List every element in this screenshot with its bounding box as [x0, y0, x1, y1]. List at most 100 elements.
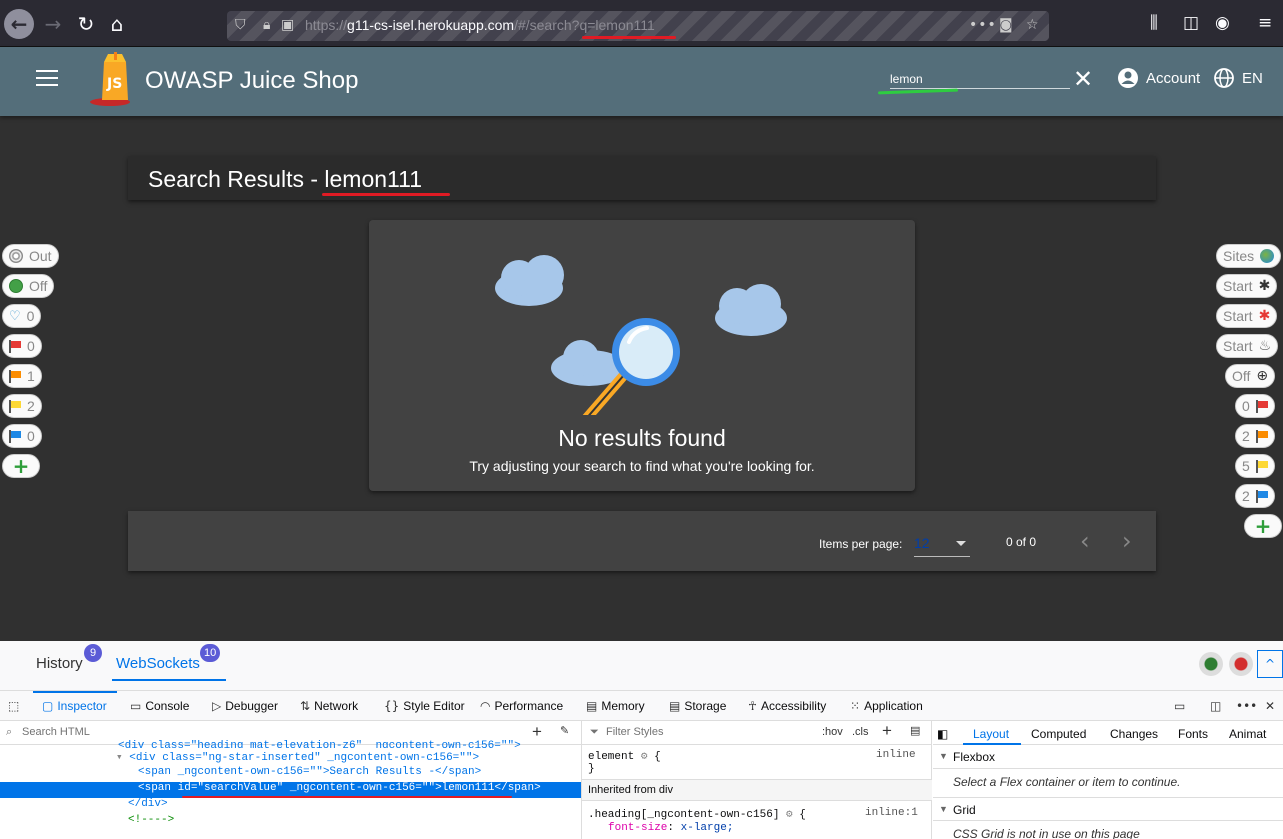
- more-options-icon[interactable]: •••: [1236, 699, 1261, 713]
- heading-rule[interactable]: .heading[_ngcontent-own-c156] ⚙ {: [588, 807, 806, 821]
- pill-label: 2: [1242, 428, 1250, 444]
- element-rule-close: }: [588, 763, 595, 775]
- items-per-page-select[interactable]: 12: [914, 531, 970, 557]
- pill-orange-flag-right[interactable]: 2: [1235, 424, 1275, 448]
- tab-layout[interactable]: Layout: [973, 727, 1009, 741]
- previous-page-icon[interactable]: ‹: [1080, 527, 1090, 555]
- pill-red-flag-right[interactable]: 0: [1235, 394, 1275, 418]
- filter-styles-input[interactable]: ⏷ Filter Styles :hov .cls + ▤: [582, 721, 932, 745]
- pill-start-1[interactable]: Start ✱: [1216, 274, 1278, 298]
- next-page-icon[interactable]: ›: [1122, 527, 1132, 555]
- tab-history[interactable]: History: [36, 655, 83, 672]
- library-icon[interactable]: ⫼: [1150, 13, 1158, 33]
- tab-inspector[interactable]: ▢ Inspector: [42, 699, 107, 713]
- pill-add-left[interactable]: +: [2, 454, 40, 478]
- tab-memory[interactable]: ▤ Memory: [586, 699, 645, 713]
- dock-icon[interactable]: ◫: [1210, 699, 1225, 713]
- add-node-icon[interactable]: +: [532, 722, 542, 742]
- tab-network[interactable]: ⇅ Network: [300, 699, 358, 713]
- markup-line-div[interactable]: ▾ <div class="ng-star-inserted" _ngconte…: [0, 750, 581, 766]
- hamburger-menu-icon[interactable]: [36, 70, 58, 88]
- tab-console[interactable]: ▭ Console: [130, 699, 189, 713]
- pill-yellow-flag[interactable]: 2: [2, 394, 42, 418]
- eyedropper-icon[interactable]: ✎: [560, 724, 569, 737]
- close-search-icon[interactable]: ✕: [1073, 65, 1093, 93]
- tab-performance[interactable]: ◠ Performance: [480, 699, 563, 713]
- pill-add-right[interactable]: +: [1244, 514, 1282, 538]
- language-button[interactable]: EN: [1214, 68, 1263, 88]
- gear-icon: ⚙: [640, 751, 648, 763]
- tab-computed[interactable]: Computed: [1031, 727, 1086, 741]
- pill-hints[interactable]: ♡ 0: [2, 304, 42, 328]
- print-media-icon[interactable]: ▤: [910, 724, 920, 737]
- markup-line-close-div[interactable]: </div>: [0, 798, 581, 814]
- account-button[interactable]: Account: [1118, 68, 1200, 88]
- page-actions-icon[interactable]: •••: [969, 17, 997, 33]
- grid-section-header[interactable]: ▼ Grid: [933, 797, 1283, 821]
- lock-icon[interactable]: 🔒︎: [263, 17, 270, 33]
- pill-off-right[interactable]: Off ⊕: [1225, 364, 1276, 388]
- tab-label: Accessibility: [760, 699, 827, 713]
- gear-icon: ⚙: [786, 809, 793, 821]
- responsive-icon[interactable]: ▭: [1174, 699, 1189, 713]
- cls-toggle[interactable]: .cls: [852, 726, 869, 738]
- markup-text: >lemon111</span>: [435, 782, 541, 794]
- pill-off[interactable]: Off: [2, 274, 55, 298]
- pill-label: Start: [1223, 308, 1253, 324]
- account-icon[interactable]: ◉: [1215, 13, 1230, 33]
- font-size-declaration[interactable]: font-size: x-large;: [608, 822, 733, 834]
- status-red-icon[interactable]: [1229, 652, 1253, 676]
- plus-icon: +: [12, 454, 30, 478]
- add-rule-icon[interactable]: +: [882, 721, 892, 741]
- pocket-icon[interactable]: ◙: [999, 17, 1013, 33]
- search-icon: ⌕: [6, 725, 13, 738]
- tab-changes[interactable]: Changes: [1110, 727, 1158, 741]
- pill-blue-flag-right[interactable]: 2: [1235, 484, 1275, 508]
- markup-line-heading[interactable]: <div class="heading mat-elevation-z6" _n…: [118, 740, 581, 748]
- tab-debugger[interactable]: ▷ Debugger: [212, 699, 278, 713]
- markup-line-span[interactable]: <span _ngcontent-own-c156="">Search Resu…: [0, 766, 581, 782]
- pill-start-2[interactable]: Start ✱: [1216, 304, 1278, 328]
- status-green-icon[interactable]: [1199, 652, 1223, 676]
- pill-blue-flag[interactable]: 0: [2, 424, 42, 448]
- toggle-pane-icon[interactable]: ◧: [937, 727, 948, 741]
- pick-element-icon[interactable]: ⬚: [8, 699, 23, 713]
- markup-line-comment[interactable]: <!---->: [0, 814, 581, 830]
- shield-icon[interactable]: ⛉: [235, 17, 246, 33]
- close-devtools-icon[interactable]: ✕: [1265, 699, 1279, 713]
- app-title[interactable]: OWASP Juice Shop: [145, 67, 358, 95]
- hov-toggle[interactable]: :hov: [822, 726, 843, 738]
- forward-arrow-icon[interactable]: →: [38, 9, 68, 39]
- element-rule[interactable]: element ⚙ {: [588, 749, 661, 763]
- language-label: EN: [1242, 69, 1263, 87]
- tab-accessibility[interactable]: ☥ Accessibility: [748, 699, 826, 713]
- back-arrow-icon[interactable]: ←: [4, 9, 34, 39]
- markup-text: <span _ngcontent-own-c156="">Search Resu…: [138, 766, 482, 778]
- pill-start-3[interactable]: Start ♨: [1216, 334, 1279, 358]
- pill-label: 0: [26, 308, 35, 324]
- flexbox-section-header[interactable]: ▼ Flexbox: [933, 745, 1283, 769]
- red-flag-icon: [1255, 399, 1268, 413]
- pill-out[interactable]: Out: [2, 244, 59, 268]
- home-icon[interactable]: ⌂: [102, 9, 132, 39]
- dropdown-caret-icon: [956, 541, 966, 546]
- permissions-icon[interactable]: ▣: [281, 17, 294, 33]
- reload-icon[interactable]: ↻: [71, 9, 101, 39]
- heading-rule-source[interactable]: inline:1: [865, 807, 918, 819]
- pill-red-flag[interactable]: 0: [2, 334, 42, 358]
- sidebar-icon[interactable]: ◫: [1183, 13, 1199, 33]
- tab-style-editor[interactable]: {} Style Editor: [384, 699, 465, 713]
- tab-fonts[interactable]: Fonts: [1178, 727, 1208, 741]
- element-rule-source[interactable]: inline: [876, 749, 916, 761]
- app-menu-icon[interactable]: ≡: [1258, 13, 1272, 33]
- tab-websockets[interactable]: WebSockets: [116, 655, 200, 672]
- collapse-chevron-icon[interactable]: ^: [1257, 650, 1283, 678]
- search-input[interactable]: [890, 69, 1070, 89]
- tab-storage[interactable]: ▤ Storage: [669, 699, 726, 713]
- tab-animations[interactable]: Animat: [1229, 727, 1266, 741]
- pill-sites[interactable]: Sites: [1216, 244, 1282, 268]
- pill-yellow-flag-right[interactable]: 5: [1235, 454, 1275, 478]
- pill-orange-flag[interactable]: 1: [2, 364, 42, 388]
- bookmark-star-icon[interactable]: ☆: [1026, 17, 1039, 33]
- tab-application[interactable]: ⁙ Application: [850, 699, 923, 713]
